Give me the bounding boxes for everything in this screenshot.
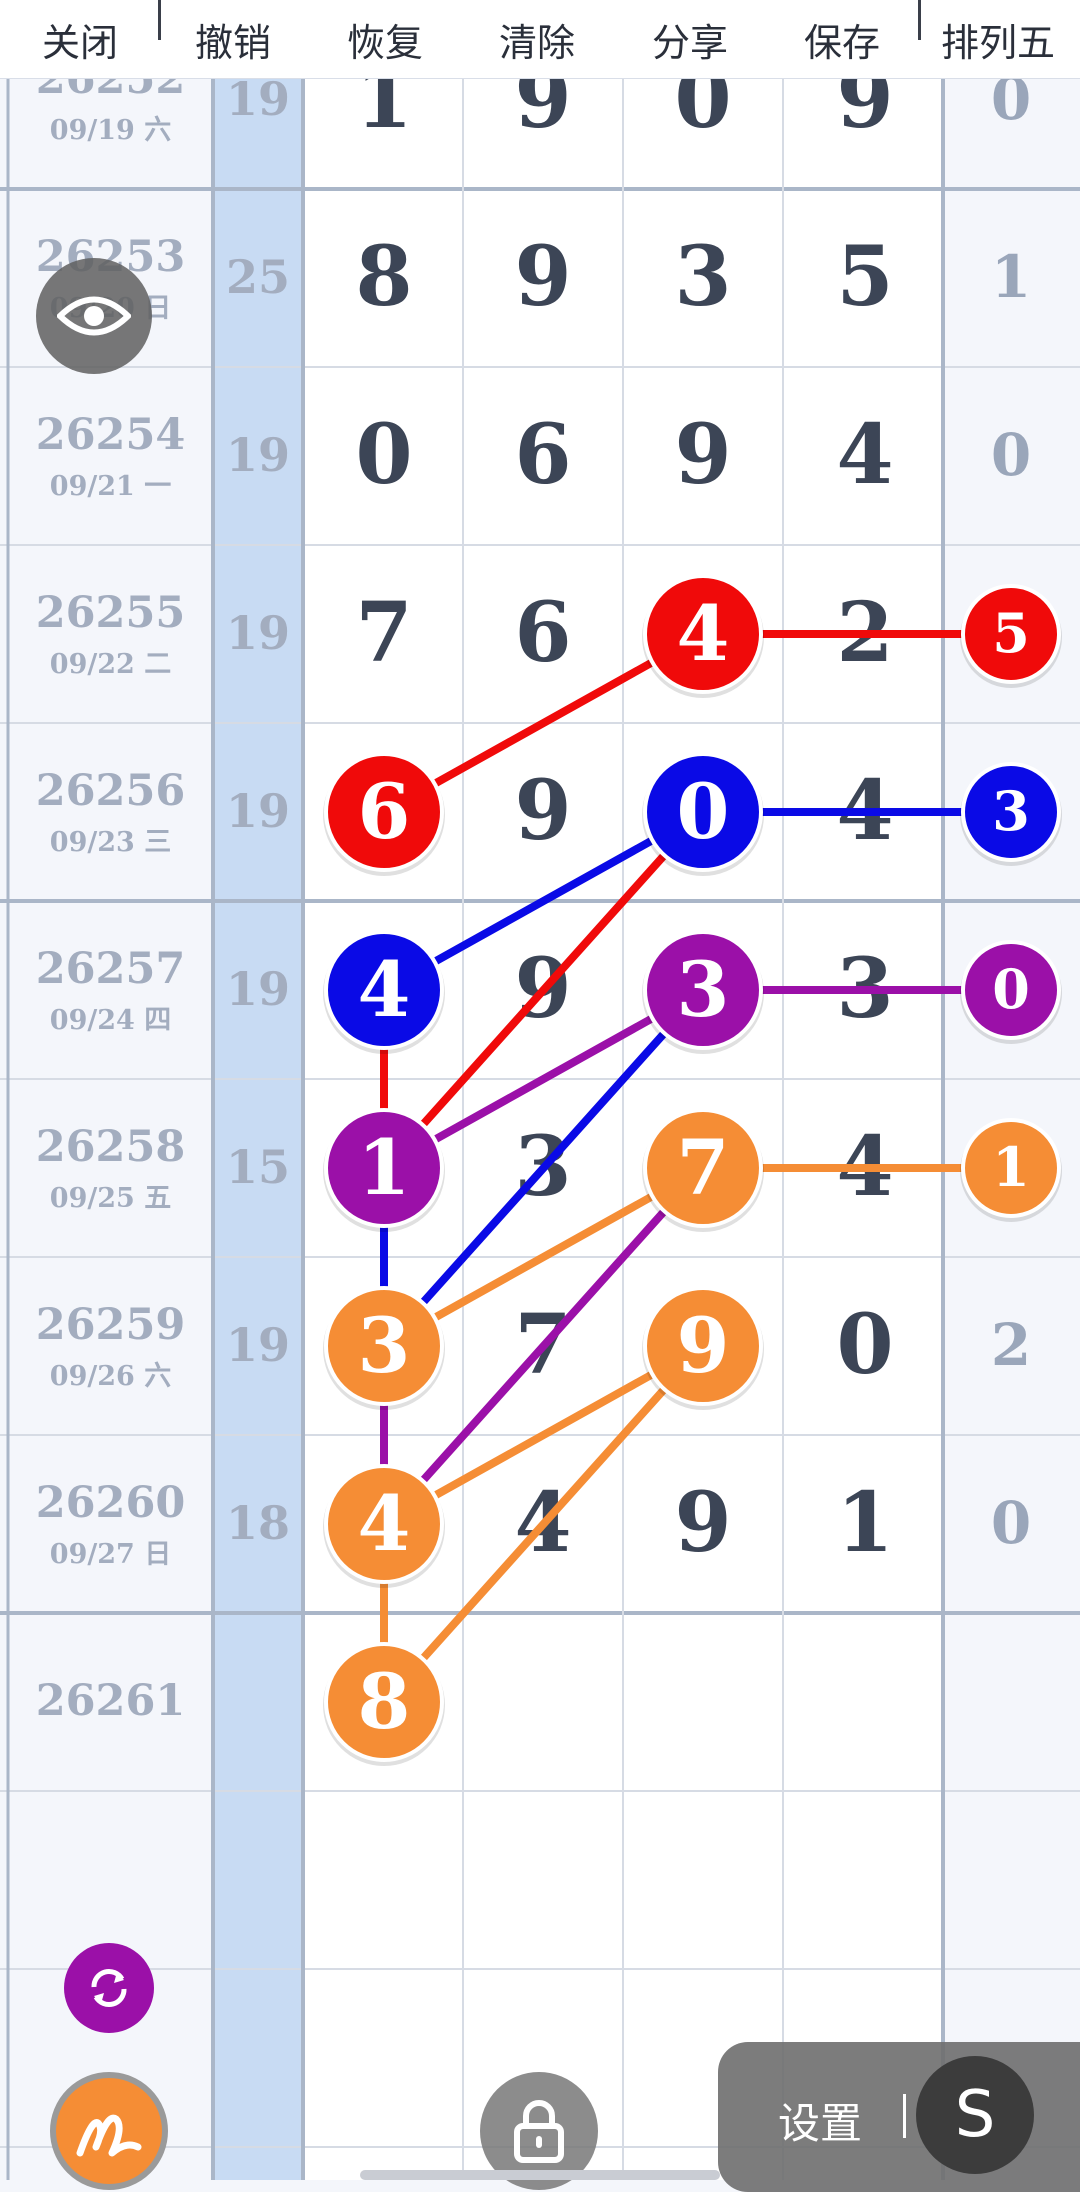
marker-digit: 1	[992, 1135, 1030, 1199]
eye-icon	[57, 296, 131, 336]
settings-separator	[903, 2094, 906, 2138]
toolbar-separator	[158, 0, 161, 40]
refresh-icon	[91, 1968, 127, 2008]
connection-overlay: 4 56 0 34 3 01 7 13 948	[323, 574, 1062, 1766]
marker-digit: 8	[358, 1657, 411, 1746]
marker-digit: 3	[992, 779, 1030, 843]
home-indicator	[360, 2170, 720, 2180]
settings-panel[interactable]: 设置 S	[718, 2042, 1080, 2192]
game-select-button[interactable]: 排列五	[928, 0, 1068, 78]
chart-grid[interactable]: 2625209/19 六19190902625309/20 日258935126…	[0, 0, 1080, 2180]
clear-button[interactable]: 清除	[467, 0, 607, 78]
undo-button[interactable]: 撤销	[163, 0, 303, 78]
refresh-button[interactable]	[64, 1943, 154, 2033]
lock-icon	[514, 2100, 564, 2163]
s-logo-icon: S	[954, 2078, 996, 2152]
marker-digit: 7	[677, 1123, 730, 1212]
marker-digit: 4	[358, 945, 411, 1034]
close-button[interactable]: 关闭	[10, 0, 150, 78]
save-button[interactable]: 保存	[772, 0, 912, 78]
marker-digit: 6	[358, 767, 411, 856]
eye-toggle-button[interactable]	[36, 258, 152, 374]
marker-digit: 3	[358, 1301, 411, 1390]
marker-digit: 4	[677, 589, 730, 678]
redo-button[interactable]: 恢复	[315, 0, 455, 78]
marker-digit: 4	[358, 1479, 411, 1568]
marker-digit: 5	[992, 601, 1030, 665]
marker-digit: 3	[677, 945, 730, 1034]
top-toolbar: 关闭 撤销 恢复 清除 分享 保存 排列五	[0, 0, 1080, 79]
pen-icon	[76, 2114, 142, 2157]
share-button[interactable]: 分享	[620, 0, 760, 78]
settings-label[interactable]: 设置	[778, 2090, 862, 2151]
marker-digit: 1	[358, 1123, 411, 1212]
draw-mode-button[interactable]	[50, 2072, 168, 2190]
marker-digit: 0	[992, 957, 1030, 1021]
s-logo-button[interactable]: S	[916, 2056, 1034, 2174]
toolbar-separator	[918, 0, 921, 40]
marker-digit: 0	[677, 767, 730, 856]
marker-digit: 9	[677, 1301, 730, 1390]
